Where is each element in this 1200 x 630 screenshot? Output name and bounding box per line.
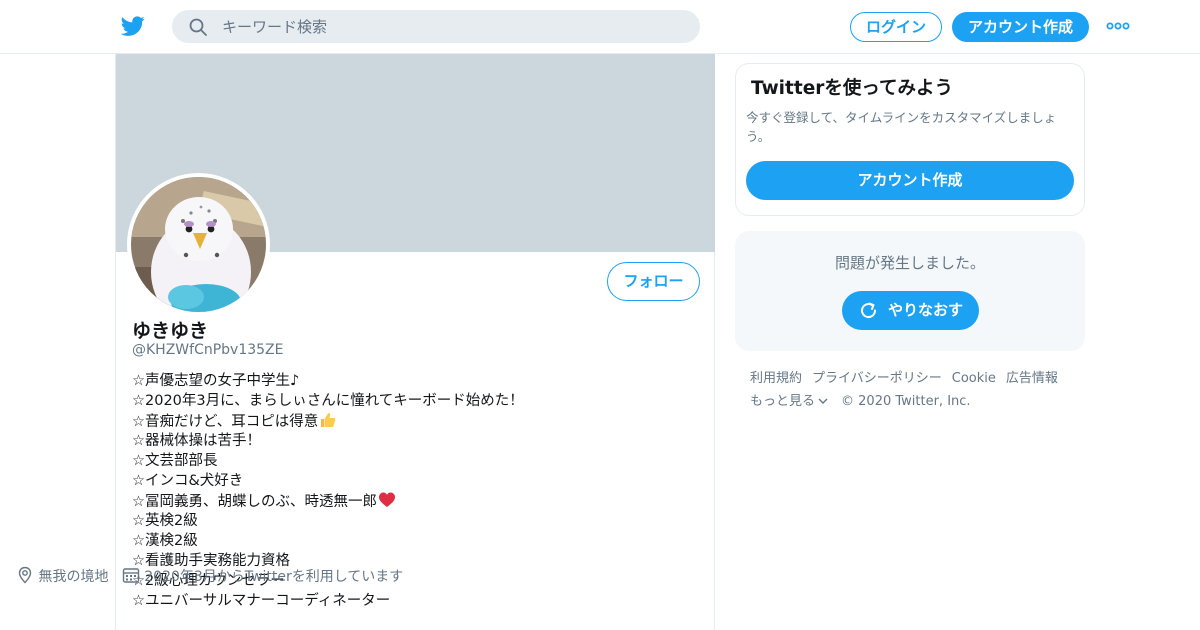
- retry-label: やりなおす: [888, 301, 964, 319]
- search-icon: [189, 18, 207, 36]
- footer-copyright: © 2020 Twitter, Inc.: [841, 394, 971, 409]
- thumbs-up-emoji: [321, 413, 336, 427]
- display-name: ゆきゆき: [132, 320, 209, 342]
- footer-link-ads[interactable]: 広告情報: [1006, 371, 1058, 386]
- footer-links: 利用規約 プライバシーポリシー Cookie 広告情報 もっと見る © 2020 Twi…: [750, 367, 1090, 413]
- signup-card: Twitterを使ってみよう 今すぐ登録して、タイムラインをカスタマイズしましょ…: [735, 63, 1085, 216]
- chevron-down-icon: [818, 398, 828, 404]
- bio-line: ☆インコ&犬好き: [132, 473, 244, 489]
- profile-join-date: 2020年3月からTwitterを利用しています: [144, 569, 404, 585]
- footer-link-privacy[interactable]: プライバシーポリシー: [812, 371, 942, 386]
- calendar-icon: [122, 568, 140, 583]
- bio-line: ☆冨岡義勇、胡蝶しのぶ、時透無一郎: [132, 491, 702, 511]
- retry-button[interactable]: やりなおす: [842, 291, 979, 330]
- error-panel: 問題が発生しました。 やりなおす: [735, 231, 1085, 351]
- footer-more-button[interactable]: もっと見る: [750, 394, 829, 409]
- refresh-icon: [861, 302, 877, 319]
- search-input[interactable]: [222, 10, 682, 43]
- red-heart-emoji: [379, 492, 395, 507]
- bio-line: ☆音痴だけど、耳コピは得意: [132, 411, 702, 431]
- bio-line: ☆2020年3月に、まらしぃさんに憧れてキーボード始めた！: [132, 393, 524, 409]
- top-navigation-bar: ログイン アカウント作成: [0, 0, 1200, 54]
- profile-column: フォロー ゆきゆき @KHZWfCnPbv135ZE ☆声優志望の女子中学生♪ …: [115, 54, 715, 630]
- login-button[interactable]: ログイン: [850, 12, 942, 42]
- signup-card-subtitle: 今すぐ登録して、タイムラインをカスタマイズしましょう。: [746, 110, 1057, 144]
- bio-line: ☆漢検2級: [132, 533, 198, 549]
- search-box[interactable]: [172, 10, 700, 43]
- footer-link-terms[interactable]: 利用規約: [750, 371, 802, 386]
- follow-button[interactable]: フォロー: [607, 262, 700, 301]
- location-pin-icon: [18, 566, 32, 584]
- profile-location: 無我の境地: [38, 569, 109, 585]
- footer-link-cookie[interactable]: Cookie: [952, 371, 996, 386]
- bio-line: ☆器械体操は苦手！: [132, 433, 261, 449]
- avatar[interactable]: [127, 173, 270, 316]
- more-horizontal-icon[interactable]: [1106, 19, 1130, 33]
- bio-line: ☆声優志望の女子中学生♪: [132, 373, 300, 389]
- bio-line: ☆ユニバーサルマナーコーディネーター: [132, 593, 391, 609]
- user-handle[interactable]: @KHZWfCnPbv135ZE: [132, 342, 284, 358]
- error-message: 問題が発生しました。: [834, 254, 985, 272]
- signup-button[interactable]: アカウント作成: [952, 12, 1089, 42]
- signup-card-button[interactable]: アカウント作成: [746, 161, 1074, 200]
- twitter-bird-icon[interactable]: [120, 14, 146, 38]
- signup-card-title: Twitterを使ってみよう: [751, 78, 953, 99]
- avatar-image: [131, 177, 266, 312]
- profile-meta: 無我の境地 2020年3月からTwitterを利用しています: [16, 566, 403, 586]
- bio-line: ☆文芸部部長: [132, 453, 218, 469]
- bio-line: ☆英検2級: [132, 513, 198, 529]
